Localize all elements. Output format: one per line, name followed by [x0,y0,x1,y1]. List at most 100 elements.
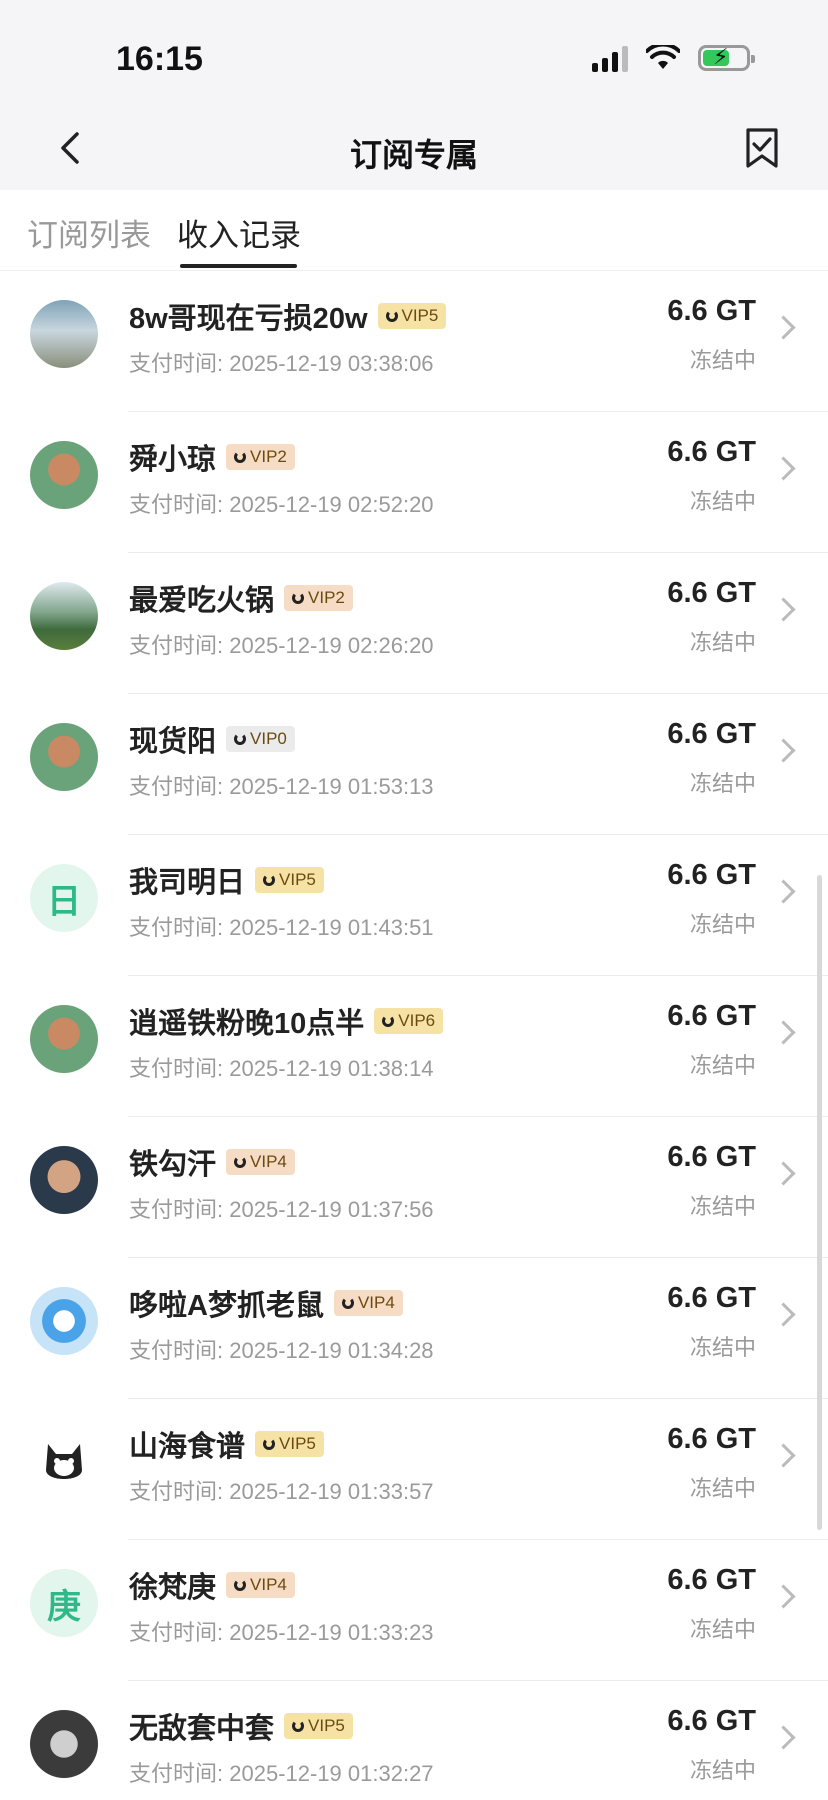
list-item[interactable]: 庚徐梵庚 VIP4 支付时间: 2025-12-19 01:33:23 6.6 GT 冻… [0,1540,828,1681]
vip-badge: VIP5 [255,867,324,893]
vip-level: VIP0 [250,729,287,748]
chevron-right-icon[interactable] [771,456,796,481]
vip-badge: VIP5 [284,1713,353,1739]
chevron-right-icon[interactable] [771,738,796,763]
payment-time: 支付时间: 2025-12-19 01:43:51 [129,910,434,942]
avatar [30,582,98,650]
avatar [30,1287,98,1355]
user-name: 无敌套中套 [129,1713,275,1745]
tab-income-records[interactable]: 收入记录 [177,210,301,255]
user-name: 最爱吃火锅 [129,585,275,617]
chevron-right-icon[interactable] [771,315,796,340]
list-item[interactable]: 最爱吃火锅 VIP2 支付时间: 2025-12-19 02:26:20 6.6 GT… [0,553,828,694]
payment-time-label: 支付时间: [129,915,224,940]
chevron-right-icon[interactable] [771,1725,796,1750]
name-line: 逍遥铁粉晚10点半 VIP6 [129,1000,444,1042]
name-line: 现货阳 VIP0 [129,718,295,760]
amount: 6.6 GT [667,1141,756,1173]
vip-level: VIP5 [308,1716,345,1735]
status-label: 冻结中 [689,1758,756,1783]
vip-level: VIP4 [250,1152,287,1171]
vip-icon [263,874,276,886]
income-record-list[interactable]: 8w哥现在亏损20w VIP5 支付时间: 2025-12-19 03:38:06 6… [0,271,828,1800]
chevron-right-icon[interactable] [771,1584,796,1609]
payment-time-label: 支付时间: [129,1479,224,1504]
amount: 6.6 GT [667,1282,756,1314]
vip-level: VIP2 [250,447,287,466]
vip-level: VIP5 [279,1434,316,1453]
status-bar: 16:15 ⚡ [0,0,828,110]
payment-time-label: 支付时间: [129,633,224,658]
vip-level: VIP2 [308,588,345,607]
payment-time-value: 2025-12-19 02:26:20 [229,633,434,658]
chevron-right-icon[interactable] [771,879,796,904]
vip-badge: VIP4 [226,1572,295,1598]
list-item[interactable]: 无敌套中套 VIP5 支付时间: 2025-12-19 01:32:27 6.6 GT… [0,1681,828,1800]
avatar [30,1428,98,1496]
bookmark-check-icon[interactable] [740,126,784,170]
amount: 6.6 GT [667,1564,756,1596]
vip-icon [341,1297,354,1309]
chevron-right-icon[interactable] [771,1161,796,1186]
status-icons: ⚡ [592,44,755,72]
name-line: 徐梵庚 VIP4 [129,1564,295,1606]
list-item[interactable]: 铁勾汗 VIP4 支付时间: 2025-12-19 01:37:56 6.6 GT 冻结… [0,1117,828,1258]
payment-time-label: 支付时间: [129,1197,224,1222]
list-item[interactable]: 逍遥铁粉晚10点半 VIP6 支付时间: 2025-12-19 01:38:14 6.… [0,976,828,1117]
payment-time-value: 2025-12-19 01:53:13 [229,774,434,799]
avatar [30,441,98,509]
payment-time: 支付时间: 2025-12-19 01:38:14 [129,1051,434,1083]
name-line: 最爱吃火锅 VIP2 [129,577,353,619]
payment-time: 支付时间: 2025-12-19 02:52:20 [129,487,434,519]
payment-time-value: 2025-12-19 01:34:28 [229,1338,434,1363]
status-time: 16:15 [116,40,203,78]
amount: 6.6 GT [667,859,756,891]
amount: 6.6 GT [667,1423,756,1455]
avatar: 日 [30,864,98,932]
status-label: 冻结中 [689,1617,756,1642]
payment-time: 支付时间: 2025-12-19 01:37:56 [129,1192,434,1224]
user-name: 山海食谱 [129,1431,246,1463]
chevron-right-icon[interactable] [771,597,796,622]
list-item[interactable]: 舜小琼 VIP2 支付时间: 2025-12-19 02:52:20 6.6 GT 冻结… [0,412,828,553]
navigation-bar: 订阅专属 [0,110,828,190]
wifi-icon [646,45,680,69]
payment-time: 支付时间: 2025-12-19 01:33:23 [129,1615,434,1647]
list-item[interactable]: 日我司明日 VIP5 支付时间: 2025-12-19 01:43:51 6.6 GT… [0,835,828,976]
payment-time-value: 2025-12-19 02:52:20 [229,492,434,517]
payment-time-label: 支付时间: [129,1338,224,1363]
chevron-right-icon[interactable] [771,1302,796,1327]
vip-badge: VIP5 [377,303,447,329]
chevron-right-icon[interactable] [771,1443,796,1468]
payment-time-label: 支付时间: [129,1620,224,1645]
payment-time-value: 2025-12-19 01:43:51 [229,915,434,940]
user-name: 逍遥铁粉晚10点半 [129,1008,365,1040]
vip-icon [385,310,398,322]
payment-time: 支付时间: 2025-12-19 03:38:06 [129,346,434,378]
payment-time: 支付时间: 2025-12-19 01:33:57 [129,1474,434,1506]
status-label: 冻结中 [689,1053,756,1078]
scrollbar[interactable] [817,875,822,1530]
list-item[interactable]: 现货阳 VIP0 支付时间: 2025-12-19 01:53:13 6.6 GT 冻结… [0,694,828,835]
user-name: 铁勾汗 [129,1149,217,1181]
list-item[interactable]: 哆啦A梦抓老鼠 VIP4 支付时间: 2025-12-19 01:34:28 6.6 … [0,1258,828,1399]
avatar: 庚 [30,1569,98,1637]
payment-time-label: 支付时间: [129,774,224,799]
page-title: 订阅专属 [349,137,478,173]
name-line: 舜小琼 VIP2 [129,436,295,478]
avatar [30,1005,98,1073]
tab-subscription-list[interactable]: 订阅列表 [27,210,151,255]
vip-icon [263,1438,276,1450]
avatar [30,1710,98,1778]
chevron-right-icon[interactable] [771,1020,796,1045]
payment-time-value: 2025-12-19 03:38:06 [229,351,434,376]
vip-badge: VIP0 [226,726,295,752]
vip-level: VIP4 [250,1575,287,1594]
vip-badge: VIP6 [374,1008,444,1034]
active-tab-indicator [180,264,297,268]
status-label: 冻结中 [689,1476,756,1501]
payment-time-value: 2025-12-19 01:33:57 [229,1479,434,1504]
list-item[interactable]: 8w哥现在亏损20w VIP5 支付时间: 2025-12-19 03:38:06 6… [0,271,828,412]
status-label: 冻结中 [689,1194,756,1219]
list-item[interactable]: 山海食谱 VIP5 支付时间: 2025-12-19 01:33:57 6.6 GT 冻… [0,1399,828,1540]
